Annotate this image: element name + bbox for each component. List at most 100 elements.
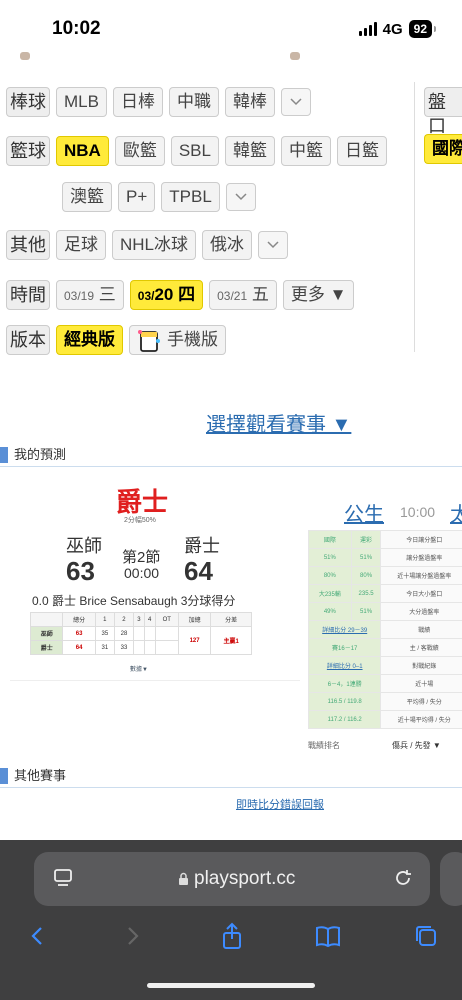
next-tab-peek[interactable] xyxy=(440,852,462,906)
odds-row: 詳細比分 29－39 戰績 xyxy=(307,620,462,639)
header-cell: 1 xyxy=(94,612,115,627)
ot-cell xyxy=(154,640,179,655)
chip-nhl[interactable]: NHL冰球 xyxy=(112,230,197,260)
game2-team-link[interactable]: 公生 xyxy=(344,498,384,527)
bookmarks-icon[interactable] xyxy=(314,922,342,950)
odds-row: 116.5 / 119.8 平均得 / 失分 xyxy=(307,692,462,711)
odds-cell: 235.5 xyxy=(350,584,382,603)
chip-date-0320[interactable]: 03/20 四 xyxy=(129,280,204,310)
chip-bleague[interactable]: 日籃 xyxy=(336,136,387,166)
row-label-baseball: 棒球 xyxy=(6,87,50,117)
chevron-down-icon[interactable] xyxy=(258,231,289,259)
chip-sbl[interactable]: SBL xyxy=(170,136,219,166)
standings-rank-label: 戰績排名 xyxy=(308,741,340,750)
chip-cba[interactable]: 中籃 xyxy=(280,136,331,166)
chip-date-0321[interactable]: 03/21 五 xyxy=(209,280,277,310)
chip-tpbl[interactable]: TPBL xyxy=(161,182,220,212)
odds-label-cell: 對戰紀錄 xyxy=(380,656,462,675)
chevron-down-icon[interactable] xyxy=(225,183,256,211)
page-menu-icon[interactable] xyxy=(54,868,72,888)
address-bar[interactable]: playsport.cc xyxy=(34,852,430,906)
header-cell: 4 xyxy=(143,612,156,627)
odds-label-cell: 戰績 xyxy=(380,620,462,639)
chip-date-0319[interactable]: 03/19 三 xyxy=(56,280,124,310)
date-text: 03/21 xyxy=(217,289,248,303)
last-play-text: 0.0 爵士 Brice Sensabaugh 3分球得分 xyxy=(32,594,236,608)
chip-euro-basketball[interactable]: 歐籃 xyxy=(114,136,165,166)
odds-label-cell: 今日大小盤口 xyxy=(380,584,462,603)
weekday-text: 四 xyxy=(178,285,196,304)
odds-row: 詳細比分 0–1 對戰紀錄 xyxy=(307,656,462,675)
odds-cell: 51% xyxy=(308,548,352,567)
injury-lineup-toggle[interactable]: 傷兵 / 先發 ▼ xyxy=(392,740,441,751)
away-score: 63 xyxy=(66,556,95,586)
row-label-version: 版本 xyxy=(6,325,50,355)
date-day-number: 20 xyxy=(154,285,174,304)
chip-khl[interactable]: 俄冰 xyxy=(202,230,253,260)
tabs-icon[interactable] xyxy=(412,922,440,950)
back-icon[interactable] xyxy=(24,922,52,950)
odds-header-row: 國際 運彩 今日讓分盤口 xyxy=(308,530,462,549)
report-error-link[interactable]: 即時比分錯誤回報 xyxy=(236,796,324,812)
game-period: 第2節 xyxy=(122,549,161,566)
filter-row-other: 其他 足球 NHL冰球 俄冰 xyxy=(6,230,289,260)
cutoff-image xyxy=(290,52,300,60)
chip-international[interactable]: 國際 xyxy=(424,134,462,164)
odds-label-cell: 大分過盤率 xyxy=(380,602,462,621)
chip-pleague[interactable]: P+ xyxy=(118,182,156,212)
reload-icon[interactable] xyxy=(392,867,414,889)
chip-mlb[interactable]: MLB xyxy=(56,87,107,117)
odds-label-cell: 近十場 xyxy=(380,674,462,693)
quarter-cell: 31 xyxy=(94,640,115,655)
sum-cell: 127 xyxy=(177,626,212,655)
score-row-away: 巫師 63 35 28 127 主贏1 xyxy=(29,626,252,655)
mobile-version-label: 手機版 xyxy=(167,330,218,349)
share-icon[interactable] xyxy=(218,922,246,950)
odds-cell: 116.5 / 119.8 xyxy=(307,692,382,711)
cutoff-image xyxy=(20,52,30,60)
date-text: 03/19 xyxy=(64,289,95,303)
chip-soccer[interactable]: 足球 xyxy=(56,230,106,260)
odds-cell: 6－4，1連勝 xyxy=(307,674,382,693)
mobile-phone-icon xyxy=(137,329,161,353)
classic-version-button[interactable]: 經典版 xyxy=(56,325,123,355)
chip-kbl[interactable]: 韓籃 xyxy=(224,136,275,166)
odds-row: 49% 51% 大分過盤率 xyxy=(308,602,462,621)
odds-cell: 80% xyxy=(308,566,352,585)
row-label-basketball: 籃球 xyxy=(6,136,50,166)
game2-time: 10:00 xyxy=(400,504,436,520)
quarter-cell xyxy=(143,640,156,655)
game2-team-link-cut[interactable]: 太 xyxy=(450,498,462,527)
chip-nbl[interactable]: 澳籃 xyxy=(62,182,112,212)
odds-header-label: 今日讓分盤口 xyxy=(380,530,462,549)
chevron-down-icon[interactable] xyxy=(280,88,311,116)
filter-row-baseball: 棒球 MLB 日棒 中職 韓棒 xyxy=(6,87,311,117)
filter-row-basketball-2: 澳籃 P+ TPBL xyxy=(62,182,256,212)
stats-toggle-link[interactable]: 數據▼ xyxy=(130,664,148,673)
odds-cell: 117.2 / 116.2 xyxy=(307,710,382,729)
quarter-cell: 35 xyxy=(94,626,115,641)
header-cell: 分差 xyxy=(210,612,252,627)
odds-cell: 80% xyxy=(350,566,382,585)
header-cell xyxy=(29,612,64,627)
mobile-version-button[interactable]: 手機版 xyxy=(129,325,226,355)
home-team-name: 爵士 xyxy=(184,536,220,556)
chip-cpbl[interactable]: 中職 xyxy=(168,87,219,117)
forward-icon[interactable] xyxy=(118,922,146,950)
detail-score-link[interactable]: 詳細比分 29－39 xyxy=(307,620,382,639)
chip-nba[interactable]: NBA xyxy=(56,136,109,166)
network-type: 4G xyxy=(382,20,403,38)
chip-npb[interactable]: 日棒 xyxy=(112,87,163,117)
team-cell: 巫師 xyxy=(29,626,64,641)
odds-row: 賽16－17 主 / 客戰績 xyxy=(307,638,462,657)
quarter-cell xyxy=(143,626,156,641)
detail-score-link[interactable]: 詳細比分 0–1 xyxy=(307,656,382,675)
battery-icon: 92 xyxy=(408,20,437,38)
more-dates-button[interactable]: 更多 ▼ xyxy=(282,280,355,310)
chip-kbo[interactable]: 韓棒 xyxy=(224,87,275,117)
quarter-cell xyxy=(133,640,145,655)
select-game-link[interactable]: 選擇觀看賽事 ▼ xyxy=(206,408,351,437)
header-cell: 2 xyxy=(113,612,135,627)
score-table: 總分 1 2 3 4 OT 加總 分差 巫師 63 35 28 127 主贏1 … xyxy=(29,612,252,655)
quarter-cell xyxy=(133,626,145,641)
